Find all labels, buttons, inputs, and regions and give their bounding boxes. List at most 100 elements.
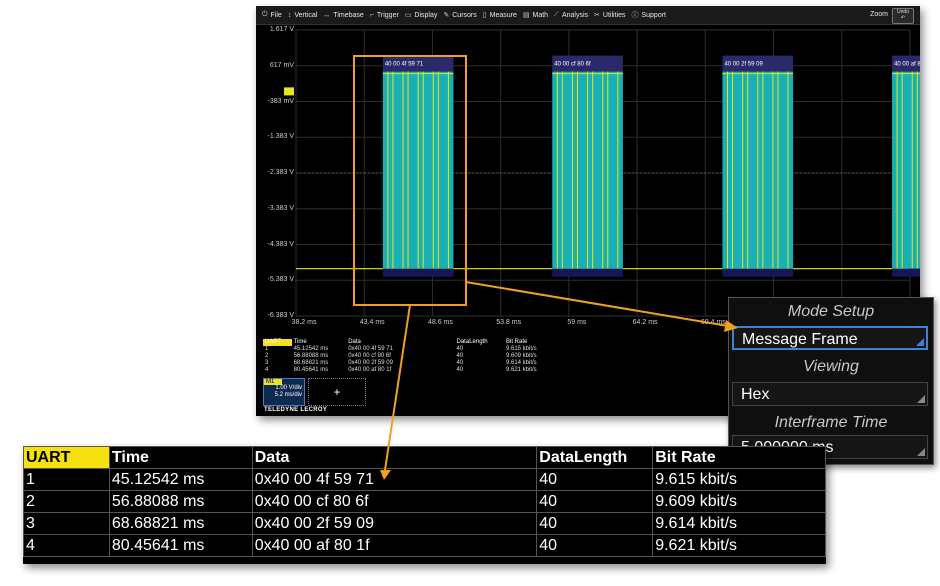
m1-vdiv: 1.00 V/div (275, 385, 302, 391)
display-icon: ▭ (404, 12, 412, 19)
header-cell: UART (23, 446, 110, 469)
cell: 56.88088 ms (293, 353, 329, 359)
menu-trigger[interactable]: ⌐ Trigger (370, 12, 399, 19)
table-header: UART Time Data DataLength Bit Rate (23, 446, 826, 469)
cell: 40 (456, 346, 464, 352)
x-tick-label: 69.4 ms (700, 319, 726, 326)
cell: 45.12542 ms (108, 468, 253, 491)
zoom-button[interactable]: Zoom (870, 11, 888, 18)
cell: 40 (456, 367, 464, 373)
table-header: UART Time Data DataLength Bit Rate (263, 339, 553, 346)
table-row[interactable]: 3 68.68821 ms 0x40 00 2f 59 09 40 9.614 kbit… (263, 360, 553, 367)
y-tick-label: 1.617 V (269, 26, 294, 33)
table-row[interactable]: 2 56.88088 ms 0x40 00 cf 80 6f 40 9.609 kbit… (23, 490, 826, 513)
table-row[interactable]: 3 68.68821 ms 0x40 00 2f 59 09 40 9.614 kbit… (23, 512, 826, 535)
dropdown-corner-icon (917, 395, 925, 403)
y-tick-label: 617 mV (269, 61, 294, 69)
menu-label: File (270, 11, 282, 19)
menu-math[interactable]: ▤ Math (523, 11, 549, 20)
mode-value: Message Frame (742, 331, 858, 348)
undo-icon: ↶ (900, 15, 906, 21)
table-row[interactable]: 1 45.12542 ms 0x40 00 4f 59 71 40 9.615 kbit… (263, 346, 553, 353)
analysis-icon: ⟋ (554, 11, 559, 18)
cell: 9.621 kbit/s (505, 367, 537, 373)
cell: 3 (265, 360, 269, 366)
cell: 0x40 00 af 80 1f (348, 367, 392, 373)
cell: 40 (536, 490, 654, 513)
cell: 9.609 kbit/s (652, 490, 826, 513)
add-trace-button[interactable]: + (308, 378, 366, 406)
power-icon: ⏻ (262, 11, 268, 18)
y-tick-label: -2.383 V (267, 169, 294, 176)
cell: 68.68821 ms (108, 512, 253, 535)
dropdown-corner-icon (917, 448, 925, 456)
frame-footer (382, 268, 454, 277)
menu-timebase[interactable]: ↔ Timebase (323, 12, 363, 19)
table-row[interactable]: 1 45.12542 ms 0x40 00 4f 59 71 40 9.615 kbit… (23, 468, 826, 491)
cell: 1 (23, 468, 110, 491)
info-icon: ⓘ (631, 12, 639, 19)
cell: 40 (536, 512, 654, 535)
waveform-plot: 40 00 4f 59 71 40 00 cf 80 6f 40 00 2f 59 … (256, 24, 920, 326)
frame-label: 40 00 af 80 1f (894, 62, 920, 68)
m1-tdiv: 5.2 ms/div (274, 392, 302, 398)
x-tick-label: 38.2 ms (291, 319, 317, 326)
cell: 9.615 kbit/s (652, 468, 826, 491)
header-cell: Data (348, 339, 361, 345)
x-tick-label: 59 ms (567, 319, 587, 326)
cell: 40 (456, 360, 464, 366)
table-row[interactable]: 4 80.45641 ms 0x40 00 af 80 1f 40 9.621 kbit… (263, 367, 553, 374)
cell: 0x40 00 cf 80 6f (348, 353, 391, 359)
frame-label: 40 00 4f 59 71 (385, 62, 424, 68)
cell: 0x40 00 2f 59 09 (251, 512, 538, 535)
menu-cursors[interactable]: ✎ Cursors (443, 11, 476, 20)
measure-icon: ▯ (482, 12, 487, 19)
table-row[interactable]: 2 56.88088 ms 0x40 00 cf 80 6f 40 9.609 kbit… (263, 353, 553, 360)
header-cell: Bit Rate (505, 339, 528, 345)
header-cell: Data (251, 446, 538, 469)
menu-file[interactable]: ⏻ File (262, 11, 282, 19)
vertical-arrows-icon: ↕ (287, 11, 292, 19)
menu-vertical[interactable]: ↕ Vertical (288, 12, 317, 19)
cursor-icon: ✎ (443, 12, 450, 19)
menu-analysis[interactable]: ⟋ Analysis (554, 11, 588, 19)
mode-select[interactable]: Message Frame (732, 326, 928, 350)
horizontal-arrows-icon: ↔ (323, 11, 331, 19)
y-tick-label: -383 mV (267, 97, 294, 105)
menu-support[interactable]: ⓘ Support (631, 10, 666, 20)
brand-logo: TELEDYNE LECROY (264, 407, 328, 413)
header-cell: Time (293, 339, 307, 345)
cell: 45.12542 ms (293, 346, 329, 352)
menu-utilities[interactable]: ✂ Utilities (594, 11, 625, 20)
header-cell: DataLength (536, 446, 654, 469)
cell: 9.615 kbit/s (505, 346, 537, 352)
cell: 80.45641 ms (293, 367, 329, 373)
table-row[interactable]: 4 80.45641 ms 0x40 00 af 80 1f 40 9.621 kbit… (23, 534, 826, 557)
cell: 68.68821 ms (293, 360, 329, 366)
x-tick-label: 43.4 ms (359, 319, 385, 326)
mode-setup-panel: Mode Setup Message Frame Viewing Hex Int… (728, 297, 934, 465)
undo-button[interactable]: Undo ↶ (892, 8, 914, 24)
cell: 40 (456, 353, 464, 359)
plus-icon: + (333, 385, 341, 399)
decode-table-zoomed: UART Time Data DataLength Bit Rate 1 45.1… (23, 446, 826, 564)
decode-table: UART Time Data DataLength Bit Rate 1 45.1… (23, 446, 826, 557)
cell: 0x40 00 4f 59 71 (251, 468, 538, 491)
frame-label: 40 00 2f 59 09 (724, 62, 763, 68)
menu-label: Trigger (376, 11, 399, 19)
interframe-title: Interframe Time (774, 414, 888, 431)
viewing-select[interactable]: Hex (732, 382, 928, 406)
cell: 0x40 00 cf 80 6f (251, 490, 538, 513)
cell: 3 (23, 512, 110, 535)
viewing-title: Viewing (803, 358, 859, 375)
x-tick-label: 64.2 ms (632, 319, 658, 326)
menu-measure[interactable]: ▯ Measure (482, 11, 517, 20)
y-tick-label: -4.383 V (267, 240, 294, 248)
menu-label: Display (414, 11, 438, 19)
decode-table-small: UART Time Data DataLength Bit Rate 1 45.1… (263, 339, 553, 374)
menu-display[interactable]: ▭ Display (404, 11, 438, 20)
frame-bar (892, 71, 920, 269)
menu-label: Math (532, 11, 549, 19)
header-cell: Time (108, 446, 253, 469)
m1-trace-descriptor[interactable]: M1 1.00 V/div 5.2 ms/div (263, 378, 305, 406)
